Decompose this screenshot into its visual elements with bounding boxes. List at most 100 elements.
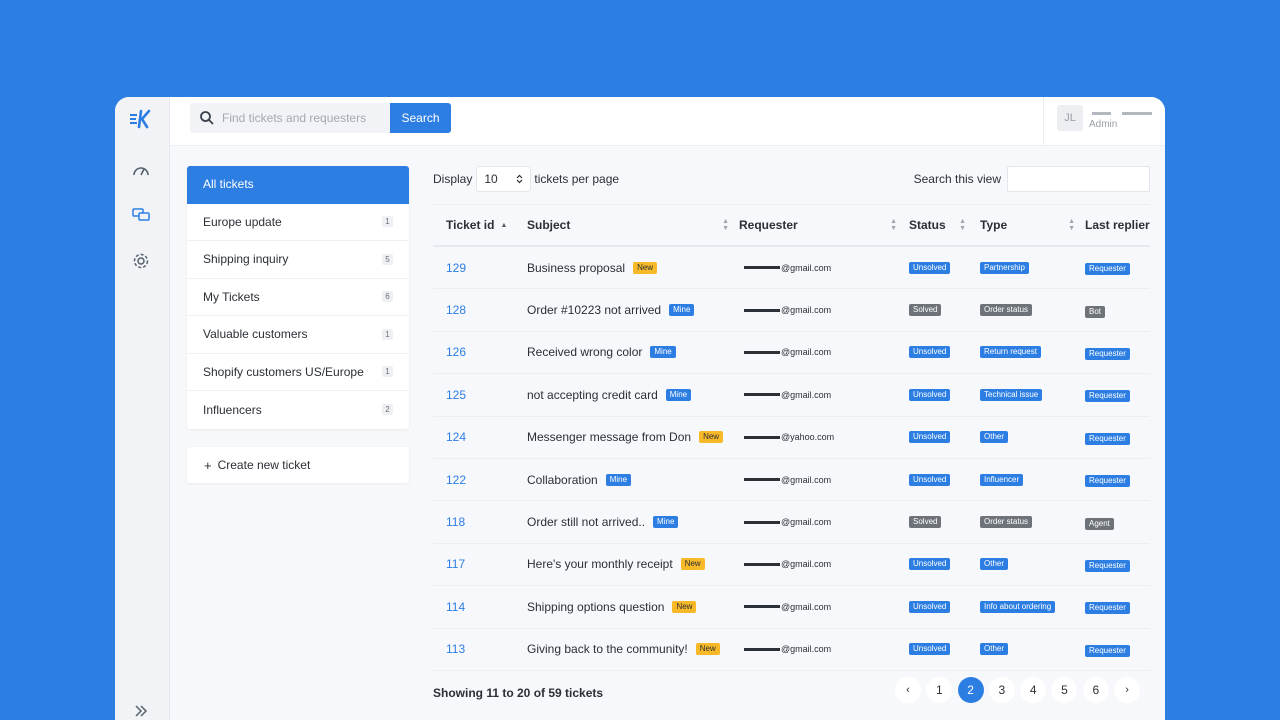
view-label: Influencers	[203, 402, 262, 417]
ticket-id-link[interactable]: 117	[446, 557, 465, 571]
view-item[interactable]: Shopify customers US/Europe 1	[187, 354, 409, 391]
ticket-subject[interactable]: Received wrong color	[527, 345, 642, 359]
ticket-subject[interactable]: Business proposal	[527, 261, 625, 275]
search-input[interactable]	[222, 103, 387, 133]
per-page-select[interactable]: 10	[476, 166, 532, 192]
logo-icon[interactable]	[128, 109, 154, 129]
settings-icon[interactable]	[131, 251, 151, 271]
ticket-subject[interactable]: Giving back to the community!	[527, 642, 688, 656]
email-domain: @gmail.com	[781, 559, 832, 570]
page-button-5[interactable]: 5	[1051, 677, 1078, 703]
page-button-3[interactable]: 3	[988, 677, 1015, 703]
table-row[interactable]: 124 Messenger message from Don New @yahoo.c…	[433, 417, 1150, 459]
ticket-tag-badge: New	[680, 558, 705, 571]
ticket-id-link[interactable]: 125	[446, 388, 466, 402]
view-item[interactable]: All tickets	[187, 166, 409, 204]
table-row[interactable]: 118 Order still not arrived.. Mine @gmail.c…	[433, 501, 1150, 544]
ticket-id-link[interactable]: 129	[446, 261, 466, 275]
redacted-name	[744, 478, 780, 482]
status-badge: Unsolved	[909, 643, 951, 656]
last-replier-badge: Requester	[1085, 475, 1130, 488]
per-page-value: 10	[484, 172, 498, 186]
dashboard-icon[interactable]	[131, 161, 151, 181]
table-row[interactable]: 114 Shipping options question New @gmail.co…	[433, 586, 1150, 629]
view-search-input[interactable]	[1007, 166, 1150, 192]
status-badge: Unsolved	[909, 431, 951, 444]
requester-email[interactable]: @gmail.com	[739, 602, 831, 612]
sort-icon: ▲ ▼	[1068, 218, 1075, 232]
view-item[interactable]: Valuable customers 1	[187, 316, 409, 354]
last-replier-badge: Requester	[1085, 602, 1130, 615]
col-type[interactable]: Type ▲ ▼	[980, 218, 1085, 232]
requester-email[interactable]: @yahoo.com	[739, 432, 834, 442]
ticket-subject[interactable]: Collaboration	[527, 473, 598, 487]
page-button-2[interactable]: 2	[957, 677, 984, 703]
ticket-tag-badge: New	[699, 431, 724, 444]
tickets-icon[interactable]	[131, 205, 151, 225]
table-row[interactable]: 117 Here's your monthly receipt New @gmail.…	[433, 544, 1150, 587]
requester-email[interactable]: @gmail.com	[739, 390, 831, 400]
table-header: Ticket id ▲ Subject ▲ ▼ Requester ▲ ▼ Status ▲…	[433, 204, 1150, 247]
page-button-4[interactable]: 4	[1020, 677, 1047, 703]
view-count-badge: 6	[382, 291, 393, 303]
search-button[interactable]: Search	[390, 103, 451, 133]
view-item[interactable]: Influencers 2	[187, 391, 409, 429]
ticket-id-link[interactable]: 126	[446, 345, 466, 359]
table-row[interactable]: 125 not accepting credit card Mine @gmail.c…	[433, 374, 1150, 417]
ticket-subject[interactable]: Messenger message from Don	[527, 430, 691, 444]
col-label: Ticket id	[446, 218, 495, 232]
table-row[interactable]: 129 Business proposal New @gmail.com Unsolve…	[433, 247, 1150, 290]
view-item[interactable]: Shipping inquiry 5	[187, 241, 409, 279]
requester-email[interactable]: @gmail.com	[739, 305, 831, 315]
expand-icon[interactable]	[131, 701, 151, 720]
requester-email[interactable]: @gmail.com	[739, 263, 831, 273]
requester-email[interactable]: @gmail.com	[739, 347, 831, 357]
ticket-subject[interactable]: Here's your monthly receipt	[527, 557, 673, 571]
ticket-tag-badge: Mine	[650, 346, 676, 359]
view-label: All tickets	[203, 177, 254, 192]
ticket-id-link[interactable]: 113	[446, 642, 465, 656]
ticket-subject[interactable]: Shipping options question	[527, 600, 664, 614]
col-last-replier[interactable]: Last replier	[1085, 218, 1150, 232]
requester-email[interactable]: @gmail.com	[739, 475, 831, 485]
next-page-button[interactable]: ›	[1114, 677, 1141, 703]
email-domain: @gmail.com	[781, 474, 832, 485]
requester-email[interactable]: @gmail.com	[739, 517, 831, 527]
requester-email[interactable]: @gmail.com	[739, 559, 831, 569]
last-replier-badge: Bot	[1085, 305, 1106, 318]
ticket-subject[interactable]: not accepting credit card	[527, 388, 658, 402]
redacted-name	[744, 520, 780, 524]
col-status[interactable]: Status ▲ ▼	[909, 218, 980, 232]
view-item[interactable]: My Tickets 6	[187, 279, 409, 316]
ticket-id-link[interactable]: 128	[446, 303, 466, 317]
ticket-subject[interactable]: Order #10223 not arrived	[527, 303, 661, 317]
page-button-1[interactable]: 1	[926, 677, 953, 703]
table-row[interactable]: 126 Received wrong color Mine @gmail.com Uns…	[433, 332, 1150, 375]
top-bar: Search JL Admin	[170, 97, 1165, 146]
table-row[interactable]: 113 Giving back to the community! New @gmai…	[433, 629, 1150, 671]
view-item[interactable]: Europe update 1	[187, 204, 409, 241]
ticket-id-link[interactable]: 124	[446, 430, 466, 444]
tickets-table: Ticket id ▲ Subject ▲ ▼ Requester ▲ ▼ Status ▲…	[433, 204, 1150, 671]
prev-page-button[interactable]: ‹	[895, 677, 921, 703]
sort-icon: ▲ ▼	[722, 218, 729, 232]
user-menu[interactable]: JL Admin	[1043, 97, 1165, 146]
ticket-id-link[interactable]: 114	[446, 600, 465, 614]
type-badge: Return request	[980, 346, 1041, 359]
ticket-views: All tickets Europe update 1 Shipping inquir…	[187, 166, 409, 429]
type-badge: Partnership	[980, 261, 1029, 274]
avatar[interactable]: JL	[1057, 105, 1083, 131]
ticket-id-link[interactable]: 122	[446, 473, 466, 487]
col-ticket-id[interactable]: Ticket id ▲	[433, 218, 527, 232]
ticket-id-link[interactable]: 118	[446, 515, 465, 529]
create-ticket-button[interactable]: + Create new ticket	[187, 447, 409, 483]
ticket-subject[interactable]: Order still not arrived..	[527, 515, 645, 529]
table-row[interactable]: 122 Collaboration Mine @gmail.com Unsolved In…	[433, 459, 1150, 502]
col-requester[interactable]: Requester ▲ ▼	[739, 218, 909, 232]
requester-email[interactable]: @gmail.com	[739, 644, 831, 654]
view-label: Valuable customers	[203, 327, 308, 342]
col-subject[interactable]: Subject ▲ ▼	[527, 218, 739, 232]
page-button-6[interactable]: 6	[1082, 677, 1109, 703]
redacted-name	[744, 393, 780, 397]
table-row[interactable]: 128 Order #10223 not arrived Mine @gmail.co…	[433, 289, 1150, 332]
